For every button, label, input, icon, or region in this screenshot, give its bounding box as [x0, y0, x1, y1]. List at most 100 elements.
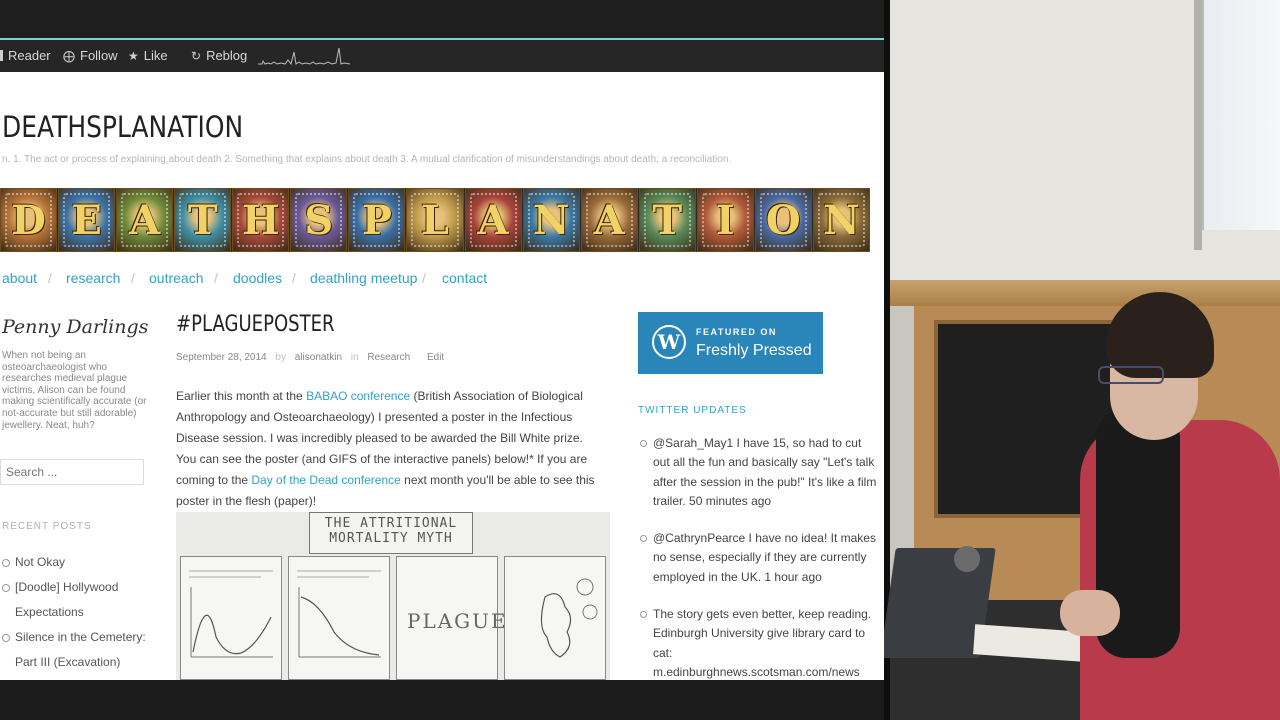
nav-item-contact[interactable]: contact [442, 270, 487, 286]
nav-item-outreach[interactable]: outreach [149, 270, 203, 286]
post-date[interactable]: September 28, 2014 [176, 352, 267, 363]
banner-letter: S [304, 196, 334, 244]
nav-item-doodles[interactable]: doodles [233, 270, 282, 286]
banner-letter-tile: L [406, 188, 464, 252]
banner-letter-tile: T [174, 188, 232, 252]
reader-label: Reader [8, 48, 51, 63]
banner-letter-tile: A [116, 188, 174, 252]
post-category[interactable]: Research [367, 352, 410, 363]
banner-letter: L [420, 196, 450, 244]
recent-post-item[interactable]: [Doodle] Hollywood Expectations [2, 575, 162, 625]
banner-letter: O [765, 196, 801, 244]
banner-letter-tile: E [58, 188, 116, 252]
banner-letter-tile: H [232, 188, 290, 252]
nav-separator: / [131, 270, 135, 286]
follow-label: Follow [80, 48, 118, 63]
twitter-updates-list: @Sarah_May1 I have 15, so had to cut out… [638, 434, 878, 680]
banner-letter: N [532, 196, 570, 244]
screen-capture: Reader ⨁ Follow ★ Like ↻ Reblog DEATHSPL… [0, 0, 884, 720]
reader-button[interactable]: Reader [0, 48, 51, 63]
bottom-black-bar [0, 680, 884, 720]
wordpress-logo-icon: W [652, 325, 686, 359]
reblog-button[interactable]: ↻ Reblog [191, 48, 247, 63]
banner-letter: N [823, 196, 860, 244]
plague-poster-image[interactable]: THE ATTRITIONAL MORTALITY MYTH PLAGUE [176, 512, 610, 680]
site-title[interactable]: DEATHSPLANATION [2, 110, 243, 144]
nav-separator: / [214, 270, 218, 286]
banner-letter-tile: N [812, 188, 870, 252]
tweet-item: @CathrynPearce I have no idea! It makes … [638, 529, 878, 587]
post-author[interactable]: alisonatkin [295, 352, 342, 363]
projector-screen-frame [1194, 0, 1202, 250]
babao-conference-link[interactable]: BABAO conference [306, 389, 410, 403]
recent-post-item[interactable]: Not Okay [2, 550, 162, 575]
like-button[interactable]: ★ Like [128, 48, 168, 63]
banner-letter: A [593, 196, 625, 244]
banner-letter: H [241, 196, 280, 244]
banner-letter: P [361, 196, 392, 244]
follow-icon: ⨁ [63, 48, 75, 63]
nav-separator: / [422, 270, 426, 286]
banner-letter: A [129, 196, 161, 244]
illuminated-banner: DEATHSPLANATION [0, 188, 870, 252]
like-label: Like [143, 48, 168, 63]
speaker-glasses [1098, 366, 1164, 384]
post-body-text-1: Earlier this month at the [176, 389, 307, 403]
recent-post-item[interactable]: Silence in the Cemetery: Part III (Excav… [2, 625, 162, 675]
banner-letter: I [715, 196, 735, 244]
badge-freshly-pressed-label: Freshly Pressed [696, 342, 812, 359]
poster-title-line-1: THE ATTRITIONAL [324, 516, 458, 531]
banner-letter: T [652, 196, 683, 244]
tweet-text: The story gets even better, keep reading… [653, 607, 872, 660]
poster-panel: PLAGUE [396, 556, 506, 680]
freshly-pressed-badge[interactable]: W FEATURED ON Freshly Pressed [638, 312, 823, 374]
search-input[interactable] [0, 459, 144, 485]
stats-sparkline[interactable] [258, 44, 350, 66]
banner-letter-tile: A [464, 188, 522, 252]
reblog-label: Reblog [206, 48, 248, 63]
follow-button[interactable]: ⨁ Follow [63, 48, 118, 63]
nav-item-deathling-meetup[interactable]: deathling meetup [310, 270, 417, 286]
nav-item-research[interactable]: research [66, 270, 120, 286]
post-by-label: by [275, 352, 286, 363]
post-in-label: in [350, 352, 359, 363]
banner-letter: D [11, 196, 46, 244]
post-title[interactable]: #PLAGUEPOSTER [176, 312, 335, 337]
site-description: n. 1. The act or process of explaining a… [2, 154, 732, 165]
poster-decline-sketch [297, 570, 381, 658]
tweet-item: @Sarah_May1 I have 15, so had to cut out… [638, 434, 878, 511]
poster-title-line-2: MORTALITY MYTH [329, 531, 453, 546]
banner-letter-tile: O [754, 188, 812, 252]
banner-letter-tile: N [522, 188, 580, 252]
post-body: Earlier this month at the BABAO conferen… [176, 386, 606, 512]
post-edit-link[interactable]: Edit [427, 352, 444, 363]
recent-posts-list: Not Okay [Doodle] Hollywood Expectations… [2, 550, 162, 675]
reblog-icon: ↻ [191, 48, 202, 63]
like-icon: ★ [128, 48, 139, 63]
banner-letter: E [71, 196, 102, 244]
poster-map-sketch [540, 578, 598, 658]
badge-featured-label: FEATURED ON [696, 327, 777, 337]
tweet-time[interactable]: 1 hour ago [764, 570, 821, 584]
day-of-the-dead-link[interactable]: Day of the Dead conference [251, 473, 400, 487]
projector-screen [1202, 0, 1280, 230]
recent-post-title-continued[interactable]: Part III (Excavation) [15, 650, 162, 675]
recent-posts-heading: RECENT POSTS [2, 521, 92, 532]
post-meta: September 28, 2014 by alisonatkin in Res… [176, 352, 444, 363]
recent-post-title[interactable]: Not Okay [15, 555, 65, 569]
recent-post-title[interactable]: Silence in the Cemetery: [15, 625, 162, 650]
banner-letter-tile: S [290, 188, 348, 252]
tweet-link[interactable]: m.edinburghnews.scotsman.com/news [653, 665, 860, 679]
recent-post-title[interactable]: [Doodle] Hollywood [15, 575, 162, 600]
banner-letter-tile: A [580, 188, 638, 252]
poster-title: THE ATTRITIONAL MORTALITY MYTH [309, 512, 473, 554]
nav-separator: / [292, 270, 296, 286]
banner-letter-tile: I [696, 188, 754, 252]
tweet-time[interactable]: 50 minutes ago [689, 494, 771, 508]
speaker-camera-view [884, 0, 1280, 720]
banner-letter-tile: P [348, 188, 406, 252]
banner-letter: T [187, 196, 218, 244]
recent-post-title-continued[interactable]: Expectations [15, 600, 162, 625]
nav-item-about[interactable]: about [2, 270, 37, 286]
reader-icon [0, 50, 3, 61]
